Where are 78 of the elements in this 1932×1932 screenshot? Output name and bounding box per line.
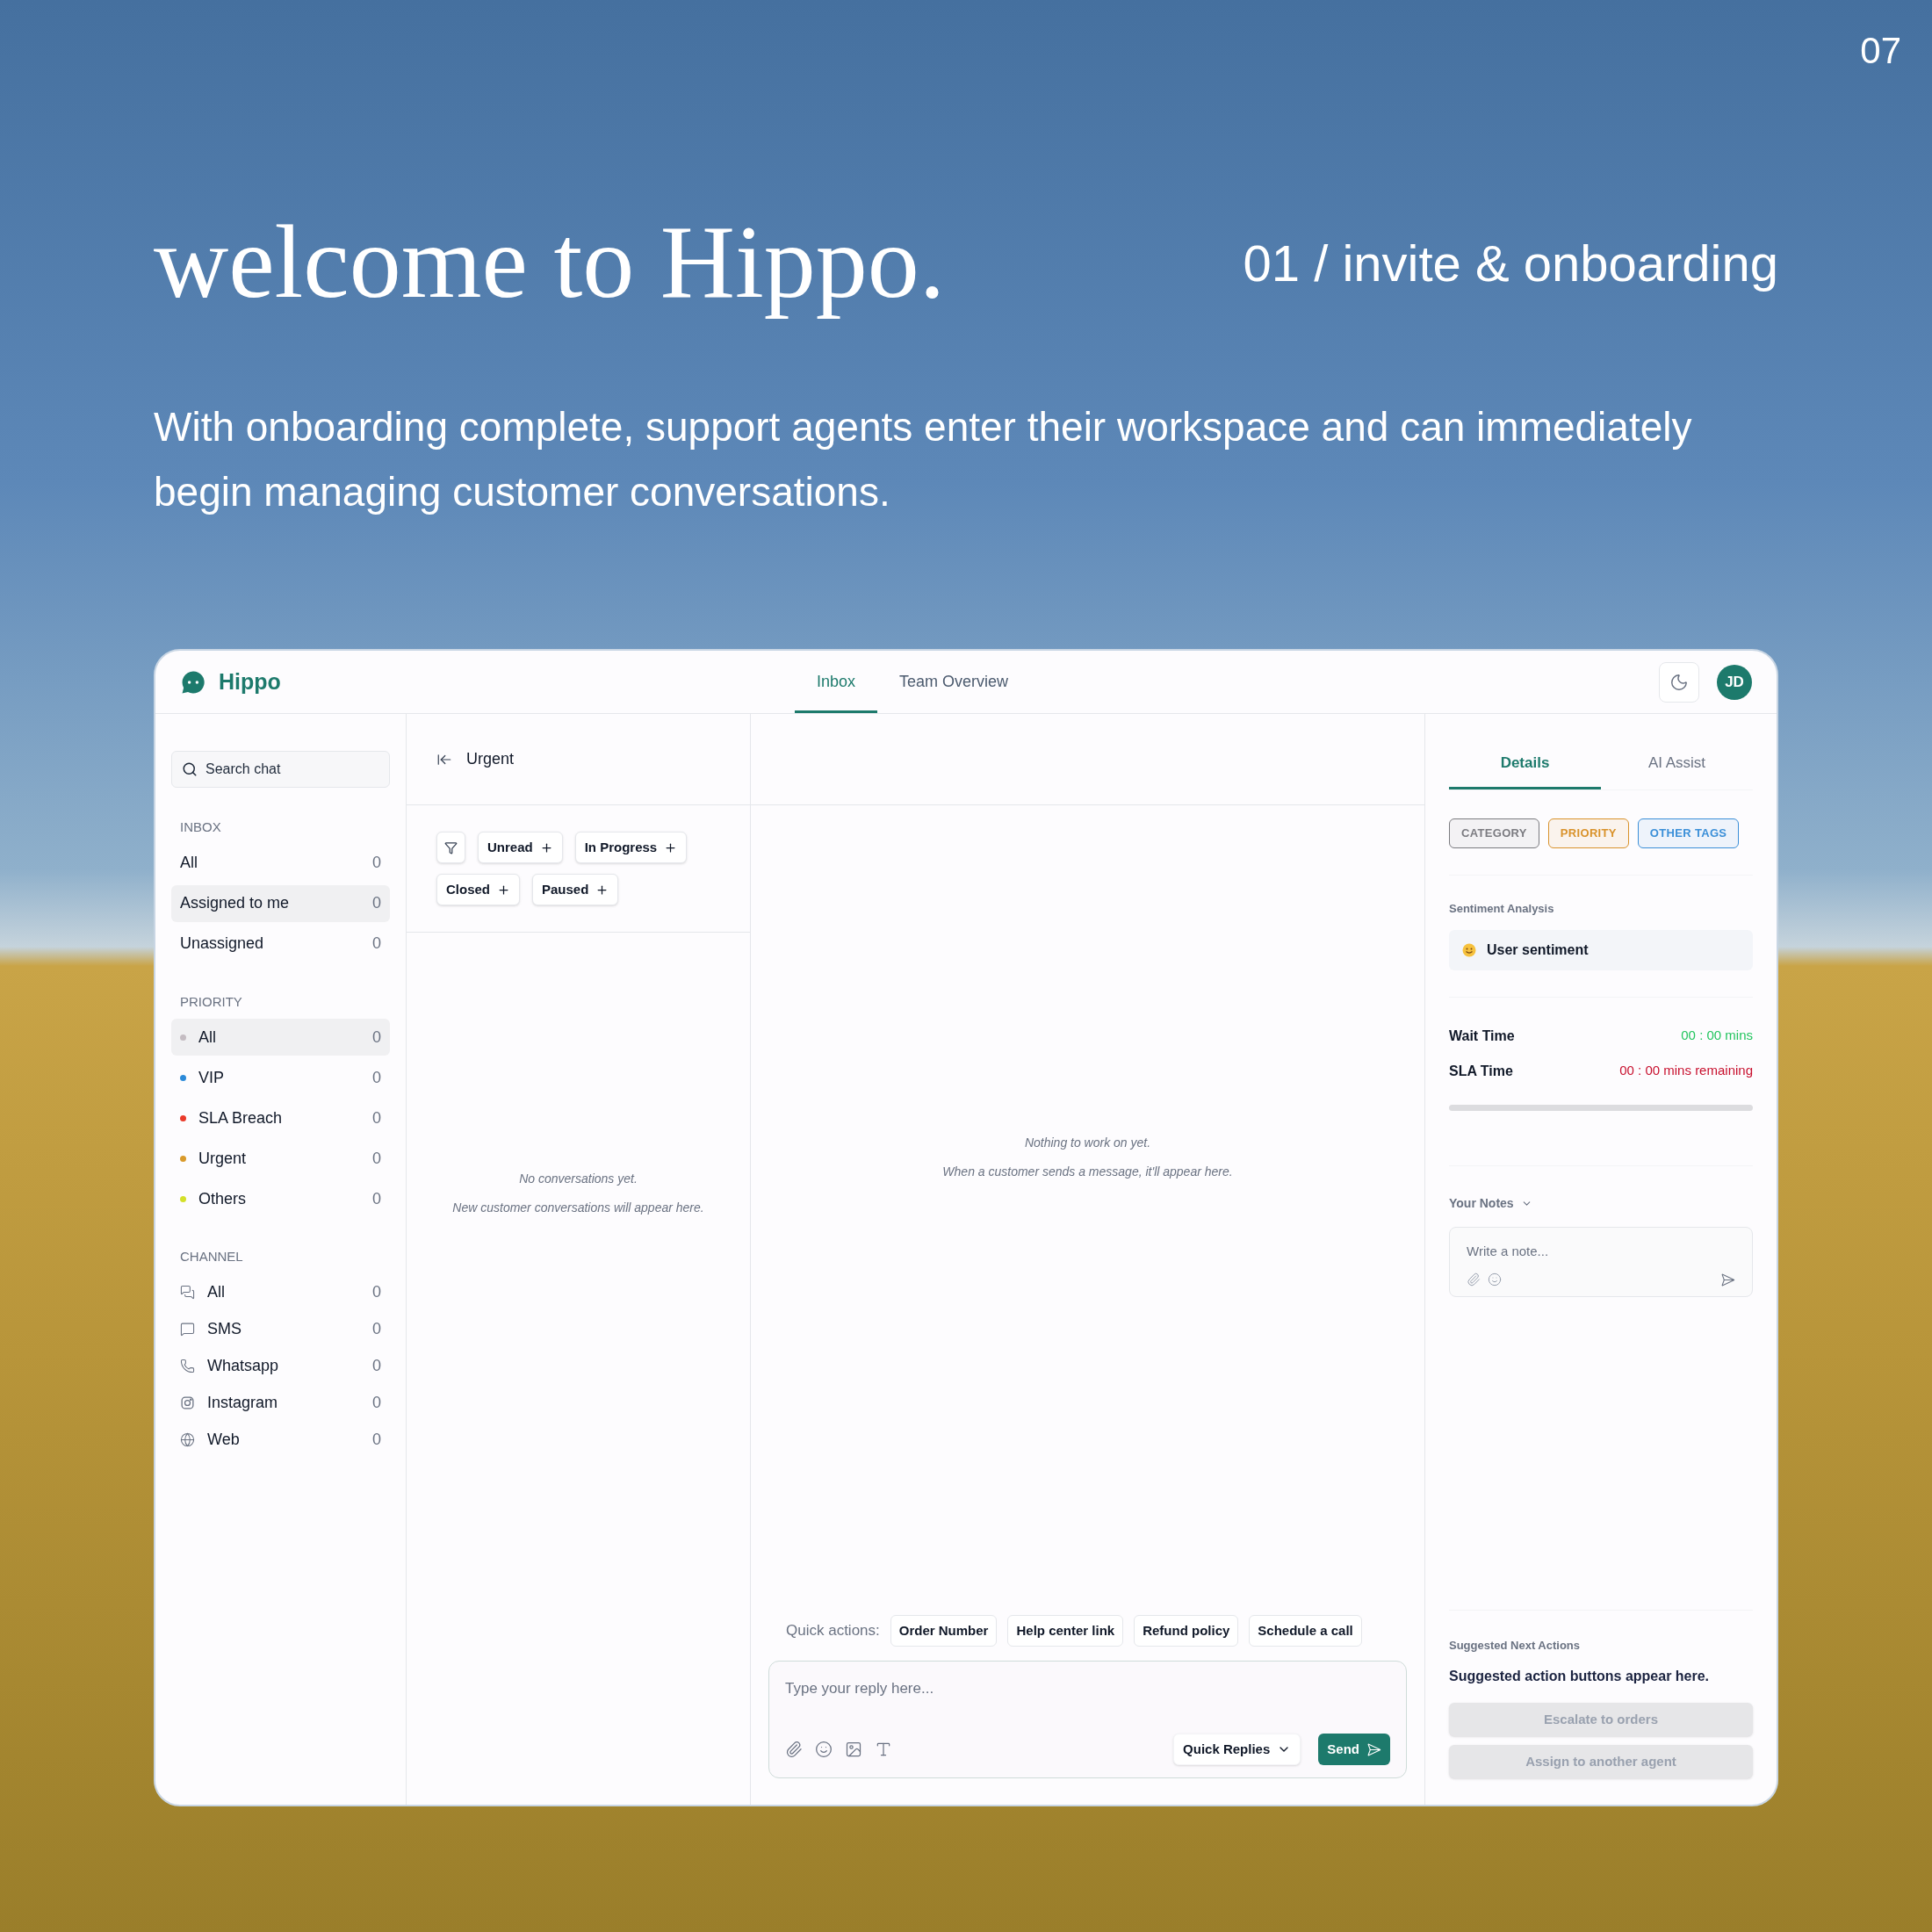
filter-chip[interactable]: Unread <box>478 832 563 863</box>
moon-icon <box>1669 672 1689 692</box>
reply-input[interactable]: Type your reply here... <box>785 1677 1390 1700</box>
tag[interactable]: CATEGORY <box>1449 818 1539 848</box>
quick-action-button[interactable]: Order Number <box>890 1615 998 1647</box>
sidebar-item[interactable]: SLA Breach 0 <box>171 1099 390 1136</box>
filter-chip[interactable]: Paused <box>532 874 619 905</box>
quick-action-button[interactable]: Refund policy <box>1134 1615 1239 1647</box>
sidebar-item[interactable]: Unassigned 0 <box>171 925 390 962</box>
plus-icon <box>497 883 510 897</box>
quick-action-button[interactable]: Schedule a call <box>1249 1615 1362 1647</box>
sentiment-card: User sentiment <box>1449 929 1753 970</box>
note-input[interactable]: Write a note... <box>1467 1241 1735 1261</box>
slide-number: 07 <box>1860 29 1901 73</box>
notes-heading: Your Notes <box>1449 1194 1514 1212</box>
send-button[interactable]: Send <box>1318 1734 1390 1765</box>
globe-icon <box>180 1432 195 1447</box>
empty-state-text: Nothing to work on yet. <box>1024 1135 1151 1151</box>
timer-value: 00 : 00 mins remaining <box>1619 1062 1753 1080</box>
sidebar-item[interactable]: Others 0 <box>171 1180 390 1217</box>
details-tab[interactable]: AI Assist <box>1601 739 1753 789</box>
sidebar-item[interactable]: Whatsapp 0 <box>171 1347 390 1385</box>
paperclip-icon[interactable] <box>785 1741 803 1758</box>
text-format-icon[interactable] <box>875 1741 892 1758</box>
sidebar-item[interactable]: VIP 0 <box>171 1059 390 1096</box>
plus-icon <box>539 840 553 854</box>
empty-state-text: When a customer sends a message, it'll appear here. <box>942 1164 1233 1180</box>
sidebar-item[interactable]: SMS 0 <box>171 1310 390 1348</box>
sidebar-item[interactable]: Web 0 <box>171 1421 390 1459</box>
plus-icon <box>664 840 678 854</box>
phone-icon <box>180 1359 195 1373</box>
plus-icon <box>595 883 609 897</box>
send-icon[interactable] <box>1720 1272 1735 1287</box>
sidebar-item[interactable]: All 0 <box>171 1019 390 1056</box>
section-title: 01 / invite & onboarding <box>1243 233 1778 293</box>
brand-name: Hippo <box>219 667 281 696</box>
section-heading: CHANNEL <box>179 1248 244 1265</box>
emoji-icon[interactable] <box>1488 1272 1502 1287</box>
nav-tab[interactable]: Team Overview <box>877 651 1031 713</box>
emoji-icon[interactable] <box>815 1741 833 1758</box>
theme-toggle-button[interactable] <box>1659 661 1699 703</box>
empty-state-text: New customer conversations will appear here. <box>452 1199 704 1216</box>
camera-icon <box>180 1395 195 1410</box>
chats-icon <box>180 1285 195 1300</box>
user-avatar[interactable]: JD <box>1717 664 1752 700</box>
section-heading: INBOX <box>179 818 222 836</box>
sidebar-item[interactable]: Assigned to me 0 <box>171 884 390 922</box>
section-heading: Sentiment Analysis <box>1449 901 1555 917</box>
sidebar-item[interactable]: Urgent 0 <box>171 1140 390 1177</box>
timer-label: SLA Time <box>1449 1062 1513 1080</box>
nav-tab[interactable]: Inbox <box>795 651 878 713</box>
quick-replies-dropdown[interactable]: Quick Replies <box>1173 1734 1301 1765</box>
timer-value: 00 : 00 mins <box>1681 1027 1753 1045</box>
timer-label: Wait Time <box>1449 1027 1515 1045</box>
sidebar-item[interactable]: All 0 <box>171 844 390 882</box>
sidebar-item[interactable]: All 0 <box>171 1273 390 1311</box>
sidebar-item[interactable]: Instagram 0 <box>171 1384 390 1422</box>
filter-chip[interactable]: Closed <box>436 874 520 905</box>
smiley-icon <box>1462 942 1476 957</box>
message-icon <box>180 1322 195 1337</box>
list-title: Urgent <box>466 749 515 769</box>
image-icon[interactable] <box>845 1741 862 1758</box>
section-heading: Suggested Next Actions <box>1449 1637 1582 1654</box>
suggested-text: Suggested action buttons appear here. <box>1449 1668 1711 1685</box>
filter-icon <box>444 840 458 854</box>
empty-state-text: No conversations yet. <box>519 1170 638 1187</box>
details-tab[interactable]: Details <box>1449 739 1601 789</box>
paperclip-icon[interactable] <box>1467 1272 1481 1287</box>
quick-actions-label: Quick actions: <box>786 1621 880 1641</box>
send-icon <box>1366 1741 1381 1757</box>
description: With onboarding complete, support agents enter their workspace and can immediately begin managing customer conversations. <box>154 403 1693 516</box>
filter-button[interactable] <box>436 832 465 863</box>
section-heading: PRIORITY <box>179 992 243 1011</box>
quick-action-button[interactable]: Help center link <box>1007 1615 1124 1647</box>
search-field[interactable]: Search chat <box>171 751 390 788</box>
filter-chip[interactable]: In Progress <box>574 832 688 863</box>
search-icon <box>182 761 198 777</box>
headline: welcome to Hippo. <box>154 204 946 322</box>
